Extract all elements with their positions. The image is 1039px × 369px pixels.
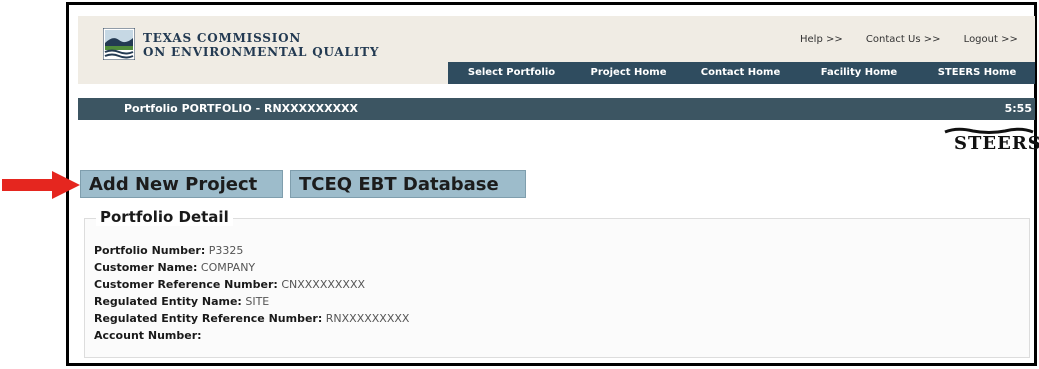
portfolio-detail-list: Portfolio Number: P3325 Customer Name: C…: [94, 242, 409, 344]
main-nav: Select Portfolio Project Home Contact Ho…: [448, 62, 1035, 84]
detail-label: Regulated Entity Name:: [94, 295, 242, 308]
tab-steers-home[interactable]: STEERS Home: [919, 62, 1035, 84]
detail-label: Customer Name:: [94, 261, 198, 274]
detail-row: Regulated Entity Name: SITE: [94, 293, 409, 310]
detail-value: COMPANY: [200, 261, 256, 274]
detail-value: CNXXXXXXXXX: [281, 278, 366, 291]
detail-row: Portfolio Number: P3325: [94, 242, 409, 259]
detail-value: P3325: [208, 244, 244, 257]
detail-row: Regulated Entity Reference Number: RNXXX…: [94, 310, 409, 327]
detail-row: Customer Name: COMPANY: [94, 259, 409, 276]
red-arrow-icon: [2, 171, 80, 199]
portfolio-detail-heading: Portfolio Detail: [96, 208, 233, 226]
detail-row: Account Number:: [94, 327, 409, 344]
detail-row: Customer Reference Number: CNXXXXXXXXX: [94, 276, 409, 293]
detail-label: Portfolio Number:: [94, 244, 206, 257]
page-title-bar: Portfolio PORTFOLIO - RNXXXXXXXXX 5:55: [78, 98, 1035, 120]
detail-label: Customer Reference Number:: [94, 278, 278, 291]
tceq-ebt-database-button[interactable]: TCEQ EBT Database: [290, 170, 526, 198]
detail-value: SITE: [245, 295, 270, 308]
add-new-project-button[interactable]: Add New Project: [80, 170, 283, 198]
detail-value: RNXXXXXXXXX: [325, 312, 410, 325]
tab-project-home[interactable]: Project Home: [575, 62, 682, 84]
tab-select-portfolio[interactable]: Select Portfolio: [448, 62, 575, 84]
session-timer: 5:55: [1004, 102, 1032, 115]
steers-logo-text: STEERS: [954, 133, 1039, 154]
tceq-logo-icon: [103, 28, 135, 60]
logout-link[interactable]: Logout >>: [964, 34, 1018, 45]
page-title: Portfolio PORTFOLIO - RNXXXXXXXXX: [124, 102, 359, 115]
top-links: Help >> Contact Us >> Logout >>: [800, 34, 1038, 45]
org-name-line2: on Environmental Quality: [143, 45, 380, 59]
detail-label: Regulated Entity Reference Number:: [94, 312, 323, 325]
help-link[interactable]: Help >>: [800, 34, 843, 45]
detail-label: Account Number:: [94, 329, 202, 342]
contact-us-link[interactable]: Contact Us >>: [866, 34, 941, 45]
org-name-line1: Texas Commission: [143, 31, 302, 45]
tab-contact-home[interactable]: Contact Home: [682, 62, 799, 84]
tab-facility-home[interactable]: Facility Home: [799, 62, 919, 84]
